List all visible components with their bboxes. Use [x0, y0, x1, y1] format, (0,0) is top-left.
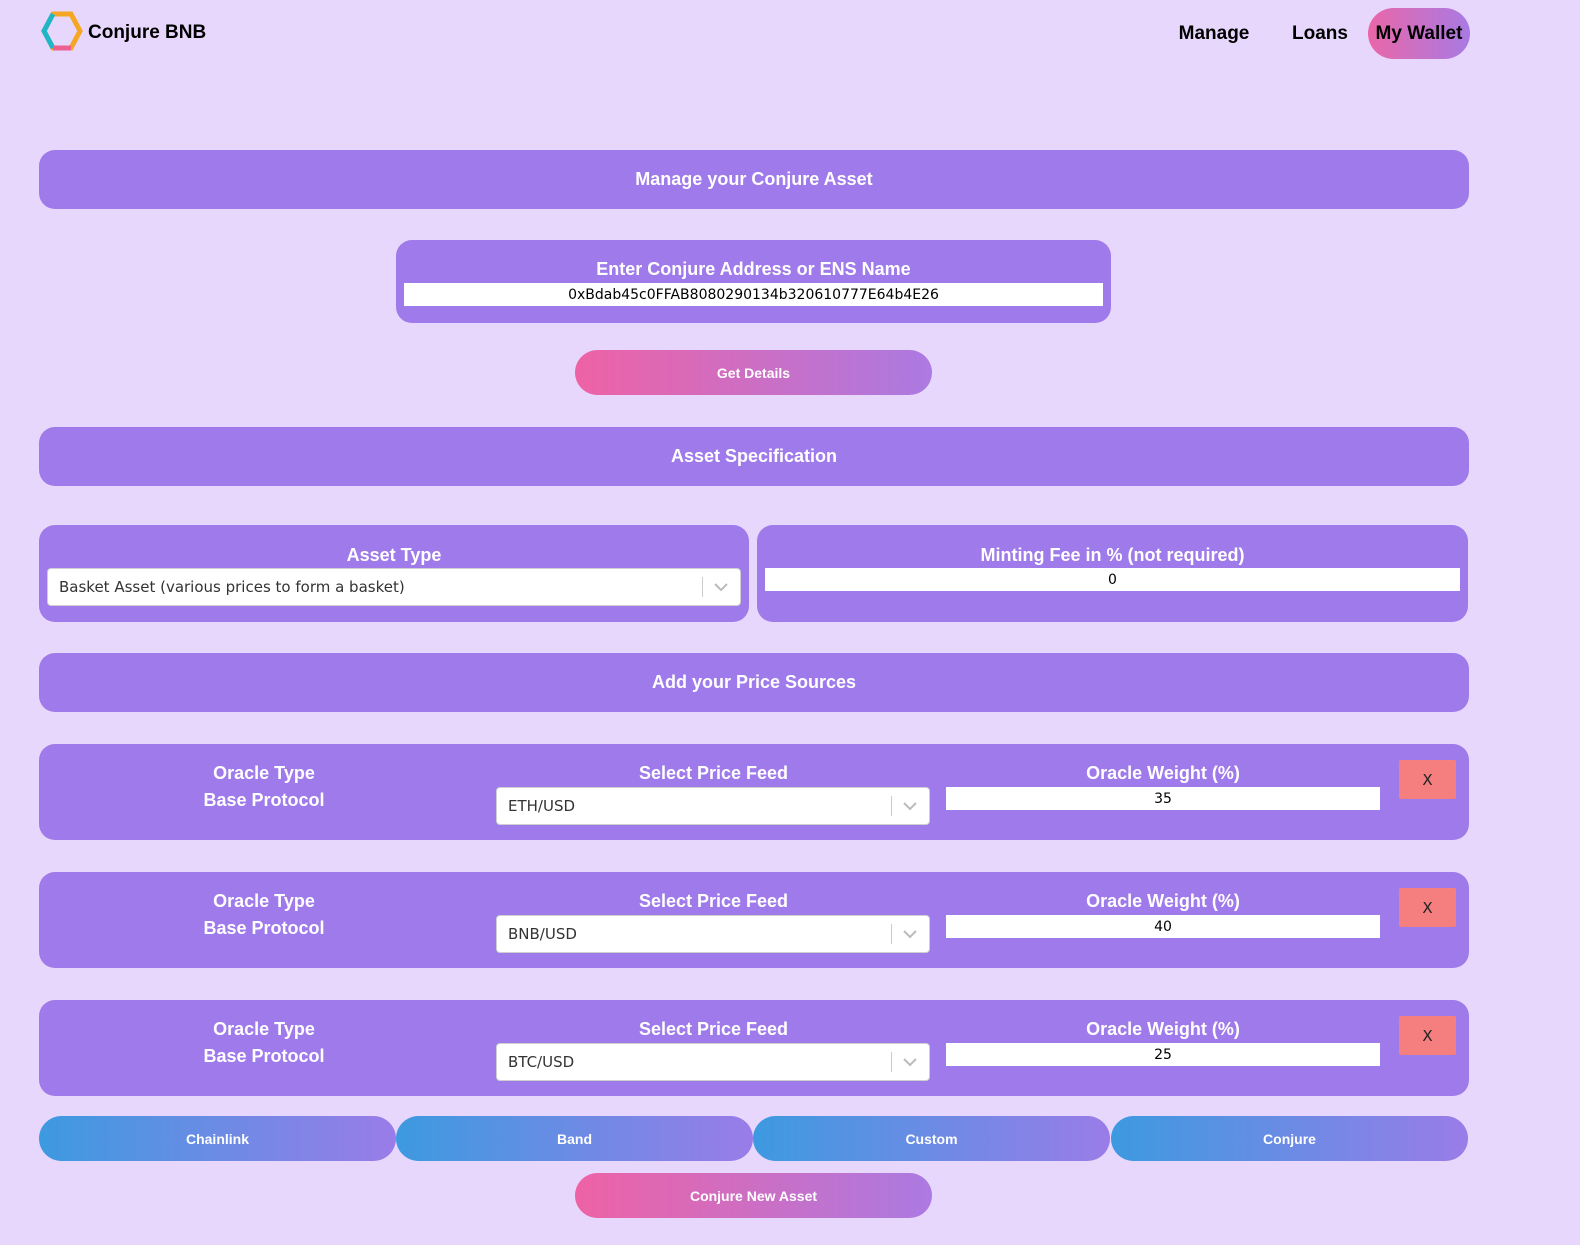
chevron-down-icon	[903, 930, 917, 939]
select-separator	[702, 577, 703, 597]
remove-source-button[interactable]: X	[1399, 760, 1456, 799]
oracle-weight-label: Oracle Weight (%)	[1086, 891, 1240, 911]
asset-type-label: Asset Type	[346, 545, 442, 565]
oracle-type-value[interactable]: Base Protocol	[39, 1043, 489, 1070]
brand-name: Conjure BNB	[88, 22, 207, 43]
asset-type-value: Basket Asset (various prices to form a b…	[59, 578, 405, 596]
price-feed-select[interactable]: ETH/USD	[496, 787, 930, 825]
conjure-logo-icon	[40, 11, 84, 56]
oracle-type-value[interactable]: Base Protocol	[39, 787, 489, 814]
select-separator	[891, 1052, 892, 1072]
remove-source-button[interactable]: X	[1399, 888, 1456, 927]
top-navbar: Conjure BNB Manage Loans My Wallet	[0, 0, 1580, 66]
price-feed-value: BTC/USD	[508, 1053, 575, 1071]
minting-fee-label: Minting Fee in % (not required)	[980, 545, 1245, 565]
price-feed-label: Select Price Feed	[638, 891, 789, 911]
spec-title: Asset Specification	[670, 446, 838, 466]
chevron-down-icon	[903, 802, 917, 811]
price-source-row: Oracle Type Base Protocol Select Price F…	[39, 872, 1469, 968]
oracle-type-label: Oracle Type	[213, 1019, 315, 1039]
nav-manage-link[interactable]: Manage	[1178, 8, 1250, 59]
chevron-down-icon	[714, 583, 728, 592]
oracle-type-label: Oracle Type	[213, 763, 315, 783]
price-source-row: Oracle Type Base Protocol Select Price F…	[39, 1000, 1469, 1096]
price-feed-select[interactable]: BTC/USD	[496, 1043, 930, 1081]
address-input[interactable]	[404, 283, 1103, 306]
oracle-type-block: Oracle Type Base Protocol	[39, 1016, 489, 1070]
price-feed-label: Select Price Feed	[638, 763, 789, 783]
minting-fee-input[interactable]	[765, 568, 1460, 591]
add-chainlink-button[interactable]: Chainlink	[39, 1116, 396, 1161]
price-feed-label: Select Price Feed	[638, 1019, 789, 1039]
manage-section-header: Manage your Conjure Asset	[39, 150, 1469, 209]
minting-fee-card: Minting Fee in % (not required)	[757, 525, 1468, 622]
select-separator	[891, 796, 892, 816]
brand[interactable]: Conjure BNB	[40, 11, 207, 56]
price-feed-value: ETH/USD	[508, 797, 576, 815]
oracle-type-block: Oracle Type Base Protocol	[39, 888, 489, 942]
price-source-row: Oracle Type Base Protocol Select Price F…	[39, 744, 1469, 840]
add-custom-button[interactable]: Custom	[753, 1116, 1110, 1161]
oracle-weight-label: Oracle Weight (%)	[1086, 1019, 1240, 1039]
add-band-button[interactable]: Band	[396, 1116, 753, 1161]
spec-section-header: Asset Specification	[39, 427, 1469, 486]
chevron-down-icon	[903, 1058, 917, 1067]
asset-type-card: Asset Type Basket Asset (various prices …	[39, 525, 749, 622]
oracle-type-label: Oracle Type	[213, 891, 315, 911]
address-label: Enter Conjure Address or ENS Name	[596, 259, 911, 279]
my-wallet-button[interactable]: My Wallet	[1368, 8, 1470, 59]
manage-title: Manage your Conjure Asset	[635, 169, 873, 189]
oracle-weight-input[interactable]	[946, 787, 1380, 810]
remove-source-button[interactable]: X	[1399, 1016, 1456, 1055]
sources-section-header: Add your Price Sources	[39, 653, 1469, 712]
oracle-weight-input[interactable]	[946, 1043, 1380, 1066]
nav-loans-link[interactable]: Loans	[1292, 8, 1348, 59]
add-conjure-button[interactable]: Conjure	[1111, 1116, 1468, 1161]
select-separator	[891, 924, 892, 944]
price-feed-select[interactable]: BNB/USD	[496, 915, 930, 953]
get-details-button[interactable]: Get Details	[575, 350, 932, 395]
conjure-new-asset-button[interactable]: Conjure New Asset	[575, 1173, 932, 1218]
oracle-type-value[interactable]: Base Protocol	[39, 915, 489, 942]
oracle-type-block: Oracle Type Base Protocol	[39, 760, 489, 814]
sources-title: Add your Price Sources	[651, 672, 857, 692]
address-card: Enter Conjure Address or ENS Name	[396, 240, 1111, 323]
oracle-weight-input[interactable]	[946, 915, 1380, 938]
oracle-weight-label: Oracle Weight (%)	[1086, 763, 1240, 783]
asset-type-select[interactable]: Basket Asset (various prices to form a b…	[47, 568, 741, 606]
price-feed-value: BNB/USD	[508, 925, 577, 943]
